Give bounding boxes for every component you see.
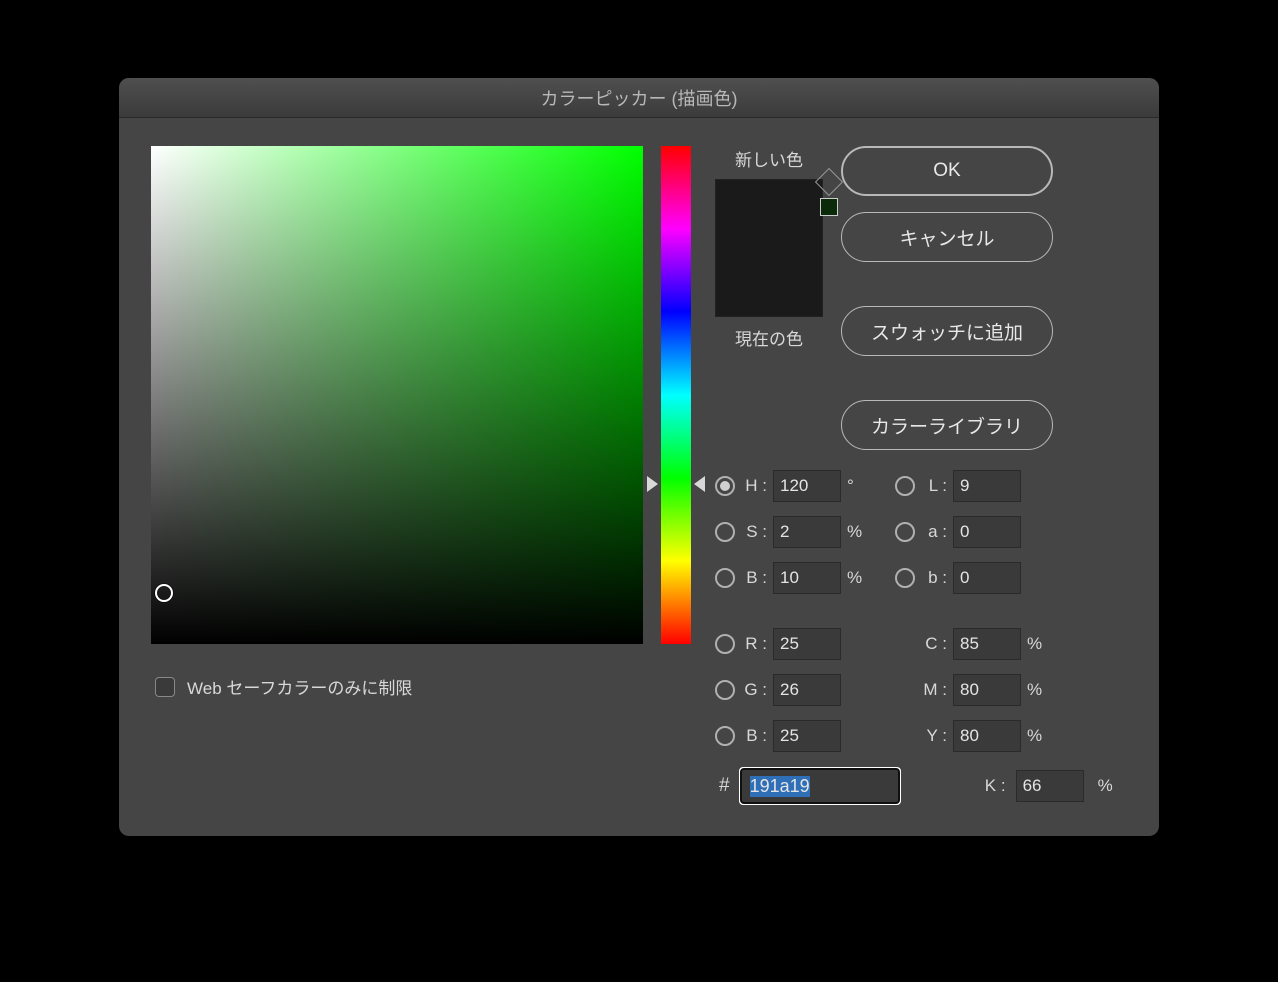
rgbb-input[interactable] (773, 720, 841, 752)
cancel-button[interactable]: キャンセル (841, 212, 1053, 262)
color-libraries-button[interactable]: カラーライブラリ (841, 400, 1053, 450)
bv-unit: % (843, 568, 865, 588)
g-label: G : (733, 680, 773, 700)
hsb-h-radio[interactable] (715, 476, 735, 496)
b-label: b : (913, 568, 953, 588)
c-label: C : (913, 634, 953, 654)
hsb-s-radio[interactable] (715, 522, 735, 542)
y-label: Y : (913, 726, 953, 746)
color-values-grid: H : ° L : S : % a : (715, 470, 1113, 752)
new-color-label: 新しい色 (735, 146, 803, 171)
web-safe-checkbox[interactable] (155, 677, 175, 697)
color-picker-dialog: カラーピッカー (描画色) Web セーフカラーのみに制限 (119, 78, 1159, 836)
bv-label: B : (733, 568, 773, 588)
b-input[interactable] (953, 562, 1021, 594)
saturation-brightness-field[interactable] (151, 146, 643, 644)
c-input[interactable] (953, 628, 1021, 660)
k-label: K : (972, 776, 1012, 796)
m-unit: % (1023, 680, 1045, 700)
hex-prefix: # (719, 775, 730, 797)
bv-input[interactable] (773, 562, 841, 594)
rgbb-label: B : (733, 726, 773, 746)
r-input[interactable] (773, 628, 841, 660)
hex-input[interactable] (740, 768, 900, 804)
m-label: M : (913, 680, 953, 700)
web-safe-label: Web セーフカラーのみに制限 (187, 674, 412, 699)
color-field-cursor[interactable] (155, 584, 173, 602)
gamut-warning-icon[interactable] (815, 168, 843, 196)
dialog-title: カラーピッカー (描画色) (541, 85, 738, 111)
add-to-swatches-button[interactable]: スウォッチに追加 (841, 306, 1053, 356)
s-unit: % (843, 522, 865, 542)
hue-slider-handle-left[interactable] (647, 476, 658, 492)
color-preview-swatch[interactable] (715, 179, 823, 317)
dialog-titlebar[interactable]: カラーピッカー (描画色) (119, 78, 1159, 118)
g-input[interactable] (773, 674, 841, 706)
y-input[interactable] (953, 720, 1021, 752)
lab-l-radio[interactable] (895, 476, 915, 496)
hsb-b-radio[interactable] (715, 568, 735, 588)
k-input[interactable] (1016, 770, 1084, 802)
h-input[interactable] (773, 470, 841, 502)
y-unit: % (1023, 726, 1045, 746)
ok-button[interactable]: OK (841, 146, 1053, 196)
rgb-g-radio[interactable] (715, 680, 735, 700)
k-unit: % (1094, 776, 1113, 796)
lab-b-radio[interactable] (895, 568, 915, 588)
m-input[interactable] (953, 674, 1021, 706)
h-unit: ° (843, 476, 865, 496)
gamut-swatch[interactable] (820, 198, 838, 216)
hue-slider-handle-right[interactable] (694, 476, 705, 492)
current-color-label: 現在の色 (735, 325, 803, 350)
rgb-b-radio[interactable] (715, 726, 735, 746)
s-label: S : (733, 522, 773, 542)
hue-slider[interactable] (661, 146, 691, 644)
a-input[interactable] (953, 516, 1021, 548)
lab-a-radio[interactable] (895, 522, 915, 542)
h-label: H : (733, 476, 773, 496)
rgb-r-radio[interactable] (715, 634, 735, 654)
l-input[interactable] (953, 470, 1021, 502)
c-unit: % (1023, 634, 1045, 654)
s-input[interactable] (773, 516, 841, 548)
l-label: L : (913, 476, 953, 496)
r-label: R : (733, 634, 773, 654)
a-label: a : (913, 522, 953, 542)
